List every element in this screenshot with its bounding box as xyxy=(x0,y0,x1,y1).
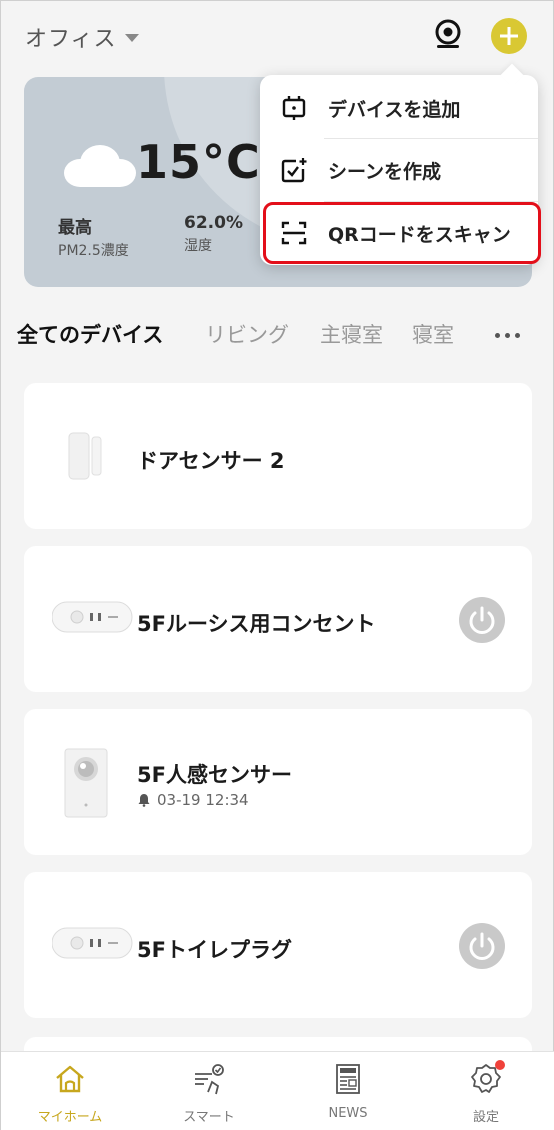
device-add-icon xyxy=(282,96,306,120)
stat-humidity: 62.0% 湿度 xyxy=(184,213,243,255)
device-card[interactable]: 5F人感センサー 03-19 12:34 xyxy=(24,709,532,855)
app-frame: オフィス 15°C 最高 PM2.5濃度 62.0% 湿度 全てのデバイス リビ… xyxy=(0,0,554,1130)
device-event-time: 03-19 12:34 xyxy=(157,791,249,809)
power-toggle[interactable] xyxy=(459,597,505,643)
tab-master-bedroom[interactable]: 主寝室 xyxy=(320,319,383,349)
cloud-icon xyxy=(64,145,136,187)
bottom-nav: マイホーム スマート NEWS 設定 xyxy=(1,1051,554,1130)
smart-icon xyxy=(195,1064,224,1095)
menu-item-create-scene[interactable]: シーンを作成 xyxy=(260,139,538,201)
menu-item-add-device[interactable]: デバイスを追加 xyxy=(260,77,538,139)
tab-bedroom[interactable]: 寝室 xyxy=(412,319,454,349)
nav-label: スマート xyxy=(183,1110,235,1125)
nav-label: マイホーム xyxy=(37,1110,103,1125)
top-bar: オフィス xyxy=(1,1,554,71)
motion-sensor-icon xyxy=(64,748,108,818)
nav-item-news[interactable]: NEWS xyxy=(293,1062,403,1121)
stat-label: PM2.5濃度 xyxy=(58,243,129,259)
stat-pm25: 最高 PM2.5濃度 xyxy=(58,213,129,260)
more-icon[interactable] xyxy=(495,325,525,345)
caret-down-icon xyxy=(124,34,139,42)
home-selector[interactable]: オフィス xyxy=(25,21,139,53)
door-sensor-icon xyxy=(68,432,102,480)
menu-item-label: デバイスを追加 xyxy=(328,98,461,121)
nav-label: 設定 xyxy=(472,1110,499,1125)
qr-scan-icon xyxy=(281,221,307,245)
home-name: オフィス xyxy=(25,27,117,52)
home-icon xyxy=(56,1065,84,1093)
power-toggle[interactable] xyxy=(459,923,505,969)
device-event: 03-19 12:34 xyxy=(137,791,249,809)
nav-item-settings[interactable]: 設定 xyxy=(431,1060,541,1125)
add-menu: デバイスを追加 シーンを作成 QRコードをスキャン xyxy=(260,75,538,265)
stat-value: 最高 xyxy=(58,218,92,238)
notification-dot xyxy=(495,1060,505,1070)
nav-label: NEWS xyxy=(328,1106,368,1121)
tab-living[interactable]: リビング xyxy=(205,319,289,349)
nav-item-smart[interactable]: スマート xyxy=(154,1062,264,1125)
room-tabs: 全てのデバイス リビング 主寝室 寝室 xyxy=(17,319,537,355)
device-card[interactable]: 5Fルーシス用コンセント xyxy=(24,546,532,692)
power-icon xyxy=(469,606,495,634)
device-card[interactable]: ドアセンサー 2 xyxy=(24,383,532,529)
smart-plug-icon xyxy=(52,927,133,959)
power-icon xyxy=(469,932,495,960)
bell-icon xyxy=(138,794,150,807)
menu-item-label: シーンを作成 xyxy=(328,160,442,183)
temperature: 15°C xyxy=(136,135,261,189)
add-button[interactable] xyxy=(491,18,527,54)
menu-item-label: QRコードをスキャン xyxy=(328,223,511,246)
stat-value: 62.0% xyxy=(184,213,243,233)
device-card[interactable]: 5Fトイレプラグ xyxy=(24,872,532,1018)
device-name: ドアセンサー 2 xyxy=(137,449,285,473)
news-icon xyxy=(336,1064,360,1094)
camera-icon[interactable] xyxy=(431,17,465,51)
smart-plug-icon xyxy=(52,601,133,633)
stat-label: 湿度 xyxy=(184,238,212,254)
nav-item-home[interactable]: マイホーム xyxy=(15,1062,125,1125)
device-name: 5Fトイレプラグ xyxy=(137,938,292,962)
device-name: 5Fルーシス用コンセント xyxy=(137,612,376,636)
scene-create-icon xyxy=(281,158,307,183)
device-name: 5F人感センサー xyxy=(137,763,292,787)
tab-all-devices[interactable]: 全てのデバイス xyxy=(17,319,163,349)
menu-item-scan-qr[interactable]: QRコードをスキャン xyxy=(260,202,538,264)
